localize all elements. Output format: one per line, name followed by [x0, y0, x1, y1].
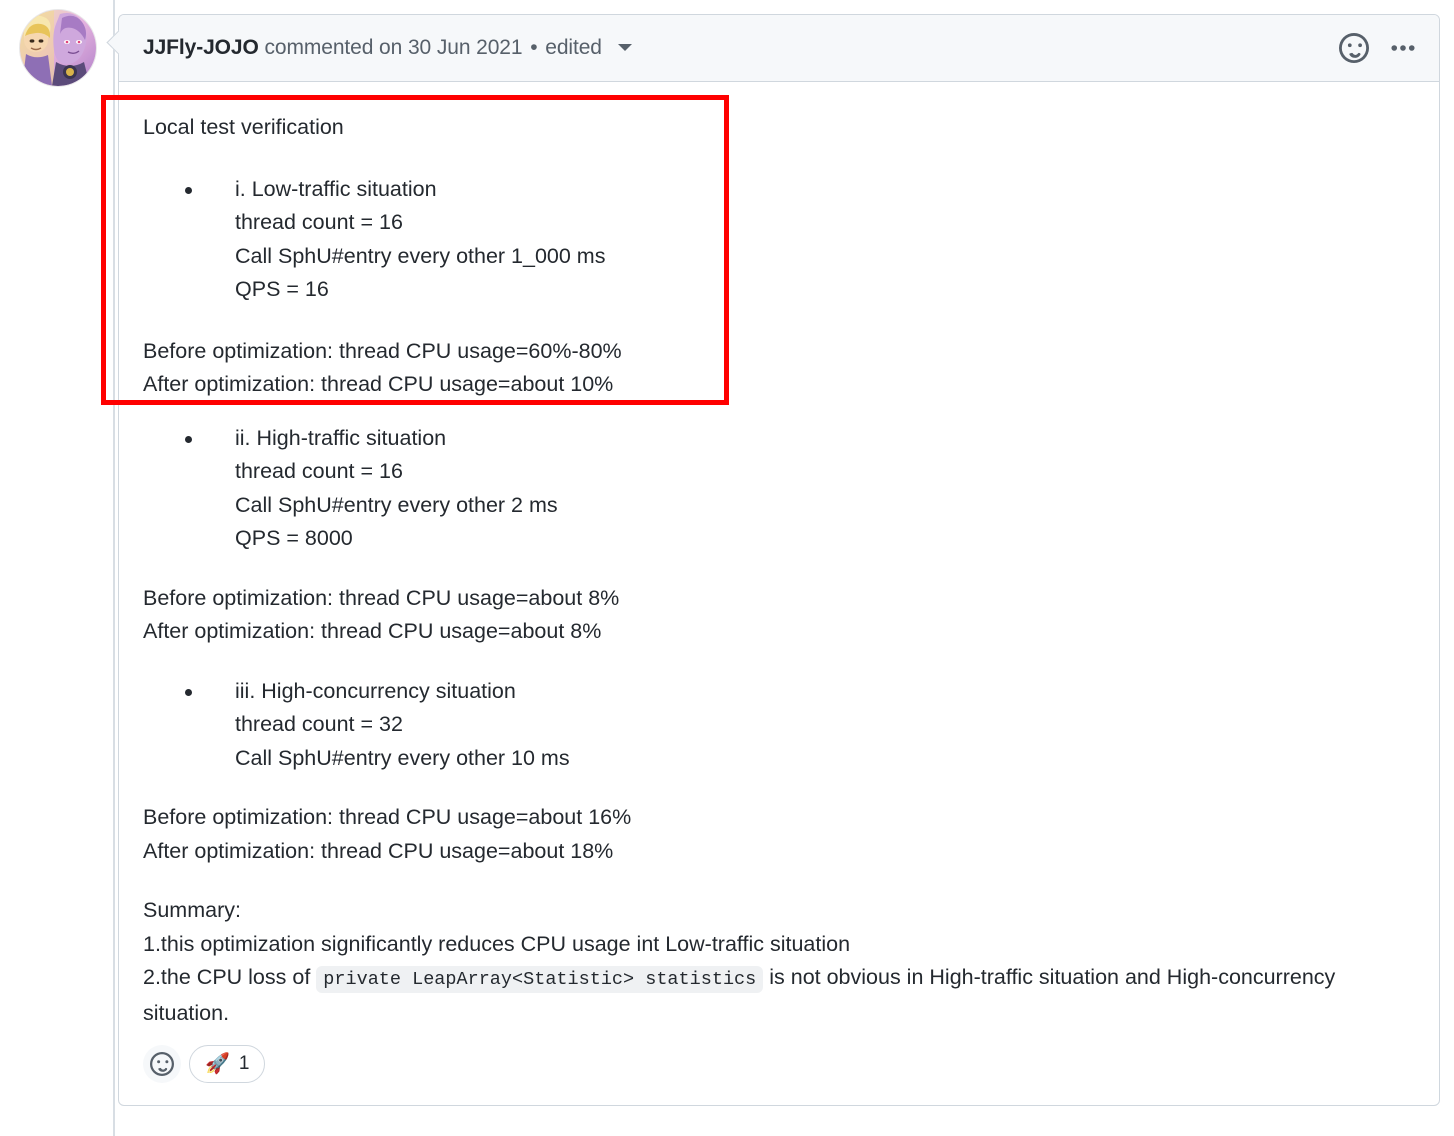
- list-item: i. Low-traffic situation: [143, 173, 1415, 207]
- comment-date: 30 Jun 2021: [407, 36, 523, 59]
- case-title: i. Low-traffic situation: [235, 176, 437, 201]
- rocket-icon: 🚀: [205, 1053, 230, 1075]
- reactions-bar: 🚀 1: [143, 1045, 266, 1083]
- case-detail: QPS = 8000: [235, 526, 353, 550]
- case-title: ii. High-traffic situation: [235, 425, 447, 450]
- case-list-1: i. Low-traffic situation: [143, 173, 1415, 207]
- smiley-icon-svg: [1339, 33, 1369, 63]
- case-detail: Call SphU#entry every other 1_000 ms: [235, 243, 606, 268]
- comment-action: commented on: [264, 36, 403, 59]
- summary-point-1: 1.this optimization significantly reduce…: [143, 931, 851, 956]
- before-optimization: Before optimization: thread CPU usage=ab…: [143, 585, 620, 610]
- comment-author[interactable]: JJFly-JOJO: [143, 36, 259, 59]
- before-optimization: Before optimization: thread CPU usage=60…: [143, 338, 622, 363]
- chevron-down-icon[interactable]: [617, 43, 632, 51]
- after-optimization: After optimization: thread CPU usage=abo…: [143, 838, 614, 863]
- comment-header-actions: [1339, 33, 1417, 63]
- after-optimization: After optimization: thread CPU usage=abo…: [143, 372, 614, 396]
- case-title: iii. High-concurrency situation: [235, 678, 516, 703]
- timeline-rail: [113, 0, 115, 1136]
- reaction-count: 1: [238, 1053, 250, 1074]
- add-reaction-button[interactable]: [143, 1045, 181, 1083]
- comment-byline: JJFly-JOJO commented on 30 Jun 2021 • ed…: [143, 36, 632, 60]
- intro-line: Local test verification: [143, 115, 344, 139]
- case-list-2: ii. High-traffic situation: [143, 422, 1415, 456]
- case-detail: Call SphU#entry every other 2 ms: [235, 492, 558, 517]
- kebab-menu-icon-svg: [1391, 45, 1415, 51]
- summary-point-2: 2.the CPU loss of private LeapArray<Stat…: [143, 961, 1415, 1030]
- avatar-image: [20, 10, 96, 86]
- inline-code-statistics: private LeapArray<Statistic> statistics: [316, 966, 764, 993]
- case-detail: QPS = 16: [235, 277, 329, 301]
- before-optimization: Before optimization: thread CPU usage=ab…: [143, 805, 632, 829]
- list-item: ii. High-traffic situation: [143, 422, 1415, 456]
- case-detail: thread count = 32: [235, 712, 403, 736]
- comment-header: JJFly-JOJO commented on 30 Jun 2021 • ed…: [119, 15, 1439, 82]
- byline-separator: •: [530, 36, 538, 59]
- edited-label[interactable]: edited: [545, 36, 602, 59]
- smiley-icon: [150, 1052, 174, 1076]
- kebab-menu-icon[interactable]: [1389, 34, 1417, 62]
- summary-heading: Summary:: [143, 898, 241, 922]
- case-detail: thread count = 16: [235, 210, 403, 234]
- avatar[interactable]: [20, 10, 96, 86]
- case-detail: thread count = 16: [235, 459, 403, 483]
- case-list-3: iii. High-concurrency situation: [143, 675, 1415, 709]
- comment-box: JJFly-JOJO commented on 30 Jun 2021 • ed…: [118, 14, 1440, 1106]
- case-detail: Call SphU#entry every other 10 ms: [235, 745, 570, 770]
- reaction-rocket[interactable]: 🚀 1: [189, 1045, 266, 1083]
- list-item: iii. High-concurrency situation: [143, 675, 1415, 709]
- smiley-icon[interactable]: [1339, 33, 1369, 63]
- after-optimization: After optimization: thread CPU usage=abo…: [143, 619, 602, 643]
- comment-body: Local test verification i. Low-traffic s…: [119, 83, 1439, 1030]
- summary-point-2-prefix: 2.the CPU loss of: [143, 965, 317, 989]
